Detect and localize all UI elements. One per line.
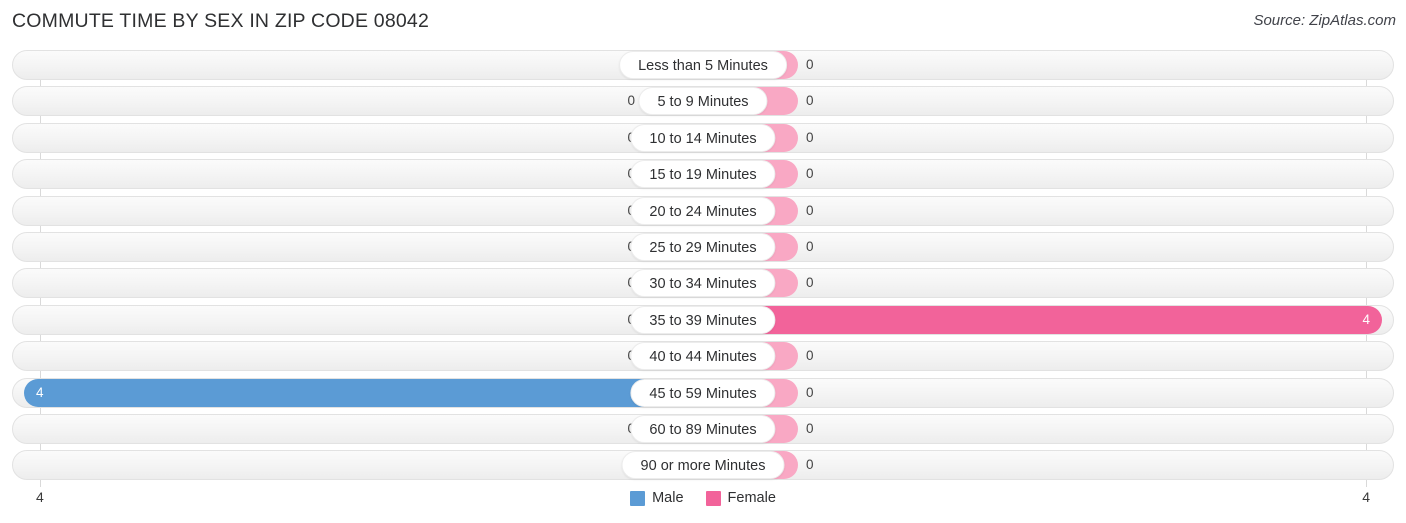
value-label-male: 0 — [627, 93, 635, 109]
chart-row: 4 0 45 to 59 Minutes — [0, 377, 1406, 408]
value-label-female: 0 — [806, 420, 814, 436]
value-label-female: 0 — [806, 166, 814, 182]
chart-row: 0030 to 34 Minutes — [0, 268, 1406, 299]
category-label: 35 to 39 Minutes — [630, 305, 776, 334]
chart-row: 0020 to 24 Minutes — [0, 195, 1406, 226]
page-title: COMMUTE TIME BY SEX IN ZIP CODE 08042 — [12, 10, 430, 32]
value-label-female: 0 — [806, 348, 814, 364]
legend-label-male: Male — [652, 490, 684, 506]
bar-value-female: 4 — [1362, 312, 1370, 328]
category-label: 90 or more Minutes — [621, 451, 785, 480]
category-label: 40 to 44 Minutes — [630, 342, 776, 371]
legend-label-female: Female — [727, 490, 776, 506]
category-label: 25 to 29 Minutes — [630, 232, 776, 261]
chart-header: COMMUTE TIME BY SEX IN ZIP CODE 08042 So… — [0, 0, 1406, 45]
legend-swatch-male-icon — [630, 490, 646, 506]
value-label-female: 0 — [806, 457, 814, 473]
chart-row: 0025 to 29 Minutes — [0, 231, 1406, 262]
category-label: 60 to 89 Minutes — [630, 414, 776, 443]
bar-female[interactable]: 4 — [703, 305, 1382, 334]
category-label: 10 to 14 Minutes — [630, 123, 776, 152]
chart-row: 00Less than 5 Minutes — [0, 50, 1406, 80]
category-label: 20 to 24 Minutes — [630, 196, 776, 225]
bar-male[interactable]: 4 — [24, 378, 703, 407]
category-label: 5 to 9 Minutes — [638, 87, 768, 116]
value-label-female: 0 — [806, 202, 814, 218]
chart-row: 005 to 9 Minutes — [0, 86, 1406, 117]
value-label-female: 0 — [806, 129, 814, 145]
chart-plot-area: 00Less than 5 Minutes005 to 9 Minutes001… — [0, 50, 1406, 487]
legend-swatch-female-icon — [705, 490, 721, 506]
chart-rows: 00Less than 5 Minutes005 to 9 Minutes001… — [0, 50, 1406, 487]
value-label-female: 0 — [806, 384, 814, 400]
category-label: 45 to 59 Minutes — [630, 378, 776, 407]
chart-row: 0060 to 89 Minutes — [0, 413, 1406, 444]
category-label: 30 to 34 Minutes — [630, 269, 776, 298]
chart-row: 0010 to 14 Minutes — [0, 122, 1406, 153]
chart-row: 0090 or more Minutes — [0, 450, 1406, 481]
legend-item-female[interactable]: Female — [705, 490, 776, 506]
category-label: 15 to 19 Minutes — [630, 160, 776, 189]
value-label-female: 0 — [806, 57, 814, 72]
value-label-female: 0 — [806, 93, 814, 109]
chart-footer: 4 4 Male Female — [0, 487, 1406, 523]
value-label-female: 0 — [806, 275, 814, 291]
legend-item-male[interactable]: Male — [630, 490, 684, 506]
category-label: Less than 5 Minutes — [619, 51, 787, 79]
source-attribution: Source: ZipAtlas.com — [1253, 12, 1396, 29]
chart-legend: Male Female — [0, 490, 1406, 506]
chart-row: 0015 to 19 Minutes — [0, 159, 1406, 190]
value-label-female: 0 — [806, 238, 814, 254]
chart-row: 4035 to 39 Minutes — [0, 304, 1406, 335]
bar-value-male: 4 — [36, 385, 44, 401]
chart-row: 0040 to 44 Minutes — [0, 341, 1406, 372]
